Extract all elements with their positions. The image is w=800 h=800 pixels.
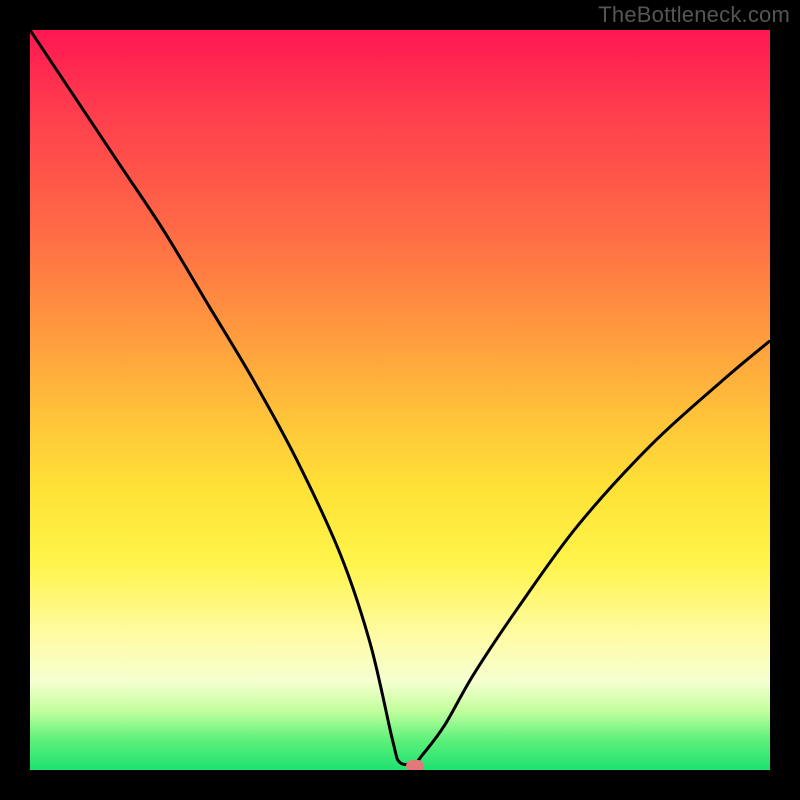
chart-container: TheBottleneck.com bbox=[0, 0, 800, 800]
watermark-text: TheBottleneck.com bbox=[598, 2, 790, 28]
plot-area bbox=[30, 30, 770, 770]
bottleneck-curve bbox=[30, 30, 770, 770]
optimal-marker bbox=[406, 760, 424, 770]
curve-path bbox=[30, 30, 770, 765]
